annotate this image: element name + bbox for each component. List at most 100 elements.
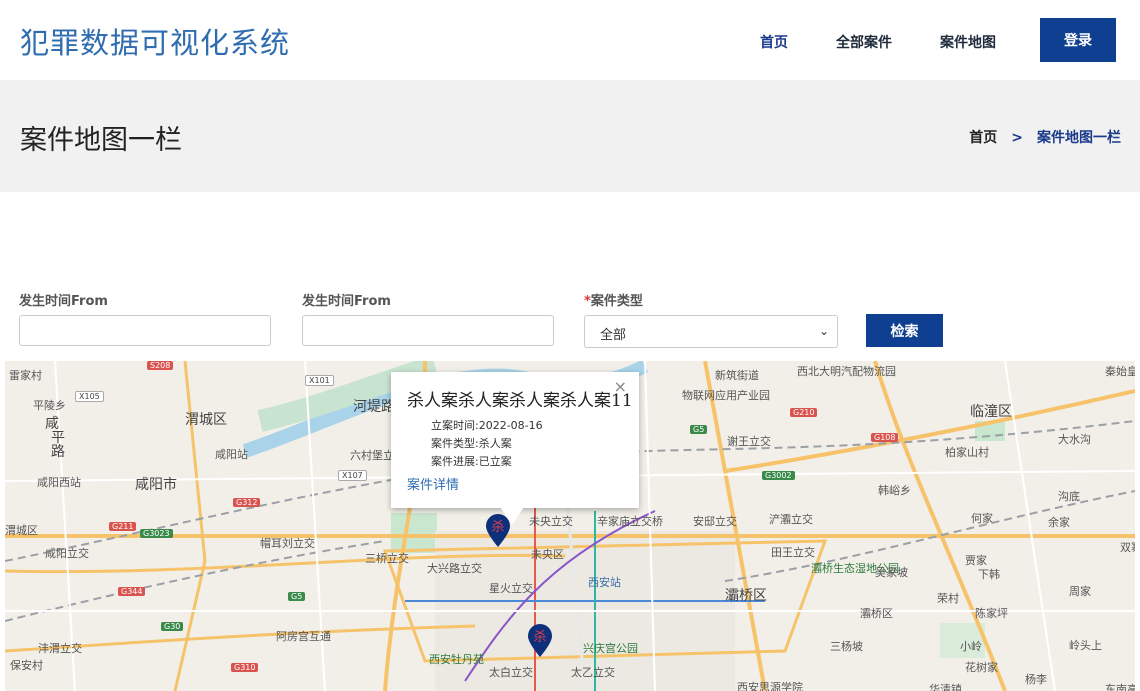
road-badge: G108 xyxy=(871,433,899,442)
map-label: 余家 xyxy=(1048,516,1070,529)
map-label: 保安村 xyxy=(10,659,43,672)
road-badge: G310 xyxy=(231,663,259,672)
road-badge: G312 xyxy=(233,498,261,507)
map-label: 河堤路 xyxy=(353,399,395,415)
chevron-down-icon: ⌄ xyxy=(818,324,829,338)
case-type-label-text: 案件类型 xyxy=(590,294,643,309)
map-label: 三杨坡 xyxy=(830,640,863,653)
map-label: 物联网应用产业园 xyxy=(682,389,770,402)
map-label: 谢王立交 xyxy=(727,435,771,448)
map-label: 大兴路立交 xyxy=(427,562,482,575)
map-label: 陈家坪 xyxy=(975,607,1008,620)
date-to-input[interactable] xyxy=(302,315,554,346)
date-from-input[interactable] xyxy=(19,315,271,346)
breadcrumb-separator: > xyxy=(1011,130,1023,146)
map-label: 辛家庙立交桥 xyxy=(597,515,663,528)
map-label: 雷家村 xyxy=(9,369,42,382)
map-label: 荣村 xyxy=(937,592,959,605)
map-label: 田王立交 xyxy=(771,546,815,559)
breadcrumb: 首页 > 案件地图一栏 xyxy=(969,127,1121,147)
case-detail-link[interactable]: 案件详情 xyxy=(407,474,459,493)
map-label: 大水沟 xyxy=(1058,433,1091,446)
search-button[interactable]: 检索 xyxy=(866,314,943,347)
required-mark: * xyxy=(584,294,591,309)
map-label: 沣渭立交 xyxy=(38,642,82,655)
road-badge: X101 xyxy=(305,375,334,386)
road-badge: G30 xyxy=(161,622,184,631)
case-marker-icon[interactable]: 杀 xyxy=(527,624,553,658)
map-label: 未央区 xyxy=(531,548,564,561)
map-label: 咸阳立交 xyxy=(45,547,89,560)
map-label: 周家 xyxy=(1069,585,1091,598)
map-label: 咸阳市 xyxy=(135,477,177,493)
map-label: 太白立交 xyxy=(489,666,533,679)
map-label: 双寨庄村 xyxy=(1120,541,1135,554)
map-label: 新筑街道 xyxy=(715,369,759,382)
road-badge: X105 xyxy=(75,391,104,402)
popup-date: 立案时间:2022-08-16 xyxy=(431,419,543,432)
map-label: 西安站 xyxy=(588,576,621,589)
popup-progress: 案件进展:已立案 xyxy=(431,455,512,468)
map-label: 何家 xyxy=(971,512,993,525)
map-label: 浐灞立交 xyxy=(769,513,813,526)
map-label: 未央立交 xyxy=(529,515,573,528)
map-label: 平陵乡 xyxy=(33,399,66,412)
date-to-label: 发生时间From xyxy=(302,294,391,309)
popup-title: 杀人案杀人案杀人案杀人案11 xyxy=(407,391,633,411)
nav-case-map[interactable]: 案件地图 xyxy=(940,32,996,52)
map-label: 太乙立交 xyxy=(571,666,615,679)
nav-all-cases[interactable]: 全部案件 xyxy=(836,32,892,52)
road-badge: G5 xyxy=(690,425,708,434)
case-info-popup: 杀人案杀人案杀人案杀人案11 × 立案时间:2022-08-16 案件类型:杀人… xyxy=(391,372,639,508)
map-label: 灞桥区 xyxy=(860,607,893,620)
road-badge: G210 xyxy=(790,408,818,417)
login-button[interactable]: 登录 xyxy=(1040,18,1116,62)
map-label: 西北大明汽配物流园 xyxy=(797,365,896,378)
map-label: 咸阳站 xyxy=(215,448,248,461)
road-badge: G344 xyxy=(118,587,146,596)
road-badge: G211 xyxy=(109,522,137,531)
road-badge: S208 xyxy=(147,361,174,370)
map-label: 韩峪乡 xyxy=(878,484,911,497)
map-label: 咸阳西站 xyxy=(37,476,81,489)
marker-label: 杀 xyxy=(533,630,546,645)
close-icon[interactable]: × xyxy=(614,377,627,396)
top-navbar: 犯罪数据可视化系统 首页 全部案件 案件地图 登录 xyxy=(0,0,1140,80)
map-label: 路 xyxy=(51,444,65,460)
map-label: 渭城区 xyxy=(185,412,227,428)
breadcrumb-current: 案件地图一栏 xyxy=(1037,130,1121,146)
map-label: 岭头上 xyxy=(1069,639,1102,652)
map-label: 西安思源学院 xyxy=(737,681,803,691)
page-title: 案件地图一栏 xyxy=(20,125,182,156)
road-badge: G5 xyxy=(288,592,306,601)
map-label: 秦始皇兵马俑 xyxy=(1105,365,1135,378)
breadcrumb-home[interactable]: 首页 xyxy=(969,130,997,146)
map-label: 东南高 xyxy=(1105,683,1135,691)
map-label: 兴庆宫公园 xyxy=(583,642,638,655)
map-label: 华清镇 xyxy=(929,683,962,691)
map-label: 沟底 xyxy=(1058,490,1080,503)
case-type-select[interactable]: 全部 ⌄ xyxy=(584,315,838,348)
map-label: 柏家山村 xyxy=(945,446,989,459)
map-label: 帽耳刘立交 xyxy=(260,537,315,550)
map-label: 花树家 xyxy=(965,661,998,674)
case-type-value: 全部 xyxy=(600,328,627,343)
map-label: 杨李 xyxy=(1025,673,1047,686)
page-banner: 案件地图一栏 首页 > 案件地图一栏 xyxy=(0,80,1140,192)
map-label: 西安牡丹苑 xyxy=(429,653,484,666)
map-label: 下韩 xyxy=(978,568,1000,581)
site-logo[interactable]: 犯罪数据可视化系统 xyxy=(20,20,290,62)
date-from-label: 发生时间From xyxy=(19,294,108,309)
map-label: 安邸立交 xyxy=(693,515,737,528)
map-label: 吴家坡 xyxy=(875,566,908,579)
road-badge: X107 xyxy=(338,470,367,481)
nav-home[interactable]: 首页 xyxy=(760,32,788,52)
popup-pointer xyxy=(500,507,524,525)
popup-type: 案件类型:杀人案 xyxy=(431,437,512,450)
map-label: 小岭 xyxy=(960,640,982,653)
map-label: 三桥立交 xyxy=(365,552,409,565)
map-label: 星火立交 xyxy=(489,582,533,595)
road-badge: G3002 xyxy=(762,471,795,480)
case-type-label: *案件类型 xyxy=(584,290,643,309)
map-label: 渭城区 xyxy=(5,524,38,537)
